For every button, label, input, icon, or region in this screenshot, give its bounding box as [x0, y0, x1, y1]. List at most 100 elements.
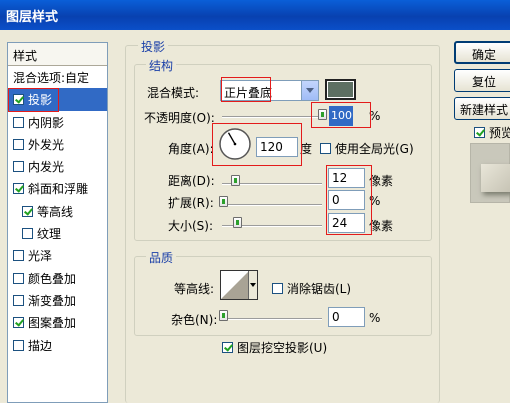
preview-check-icon[interactable] — [474, 127, 485, 138]
opacity-label: 不透明度(O): — [144, 111, 215, 125]
style-list-item[interactable]: 颜色叠加 — [8, 267, 107, 289]
distance-label: 距离(D): — [168, 174, 215, 188]
angle-label: 角度(A): — [168, 142, 214, 156]
dialog-title-bar[interactable]: 图层样式 — [0, 0, 510, 30]
style-list-item[interactable]: 内发光 — [8, 155, 107, 177]
distance-slider-thumb[interactable] — [231, 175, 240, 186]
size-value: 24 — [332, 216, 348, 230]
style-item-label: 投影 — [28, 93, 53, 108]
distance-value: 12 — [332, 171, 348, 185]
global-light-check-icon[interactable] — [320, 143, 331, 154]
opacity-slider-track[interactable] — [222, 116, 322, 118]
spread-input[interactable]: 0 — [328, 190, 365, 210]
style-item-label: 图案叠加 — [28, 316, 77, 331]
style-item-checkbox[interactable] — [13, 317, 24, 329]
contour-label: 等高线: — [174, 282, 215, 296]
style-item-checkbox[interactable] — [22, 228, 33, 240]
style-item-checkbox[interactable] — [13, 272, 24, 284]
knockout-checkbox[interactable]: 图层挖空投影(U) — [222, 339, 327, 356]
style-item-label: 内发光 — [28, 160, 65, 175]
style-item-checkbox[interactable] — [13, 161, 24, 173]
ok-button[interactable]: 确定 — [454, 41, 510, 64]
spread-slider-thumb[interactable] — [219, 196, 228, 207]
global-light-checkbox[interactable]: 使用全局光(G) — [320, 140, 414, 157]
size-slider-thumb[interactable] — [233, 217, 242, 228]
style-list-item[interactable]: 纹理 — [8, 222, 107, 244]
style-list: 样式 混合选项:自定投影内阴影外发光内发光斜面和浮雕等高线纹理光泽颜色叠加渐变叠… — [7, 42, 108, 403]
style-item-checkbox[interactable] — [13, 94, 24, 106]
style-item-label: 光泽 — [28, 249, 53, 264]
structure-legend: 结构 — [146, 57, 177, 74]
angle-input[interactable]: 120 — [256, 137, 298, 157]
blend-mode-value: 正片叠底 — [224, 86, 273, 100]
style-item-label: 内阴影 — [28, 115, 65, 130]
antialias-checkbox[interactable]: 消除锯齿(L) — [272, 280, 351, 297]
spread-label: 扩展(R): — [168, 196, 214, 210]
spread-percent: % — [369, 194, 381, 208]
style-item-label: 颜色叠加 — [28, 271, 77, 286]
noise-value: 0 — [332, 310, 340, 324]
noise-slider-track[interactable] — [222, 318, 322, 320]
noise-input[interactable]: 0 — [328, 307, 365, 327]
preview-thumbnail — [470, 143, 510, 203]
style-list-item[interactable]: 内阴影 — [8, 111, 107, 133]
style-list-item[interactable]: 斜面和浮雕 — [8, 177, 107, 199]
style-list-item[interactable]: 外发光 — [8, 133, 107, 155]
style-item-label: 等高线 — [37, 204, 74, 219]
size-label: 大小(S): — [168, 219, 214, 233]
contour-dropdown-icon[interactable] — [248, 271, 257, 299]
style-item-checkbox[interactable] — [13, 339, 24, 351]
style-list-item[interactable]: 渐变叠加 — [8, 289, 107, 311]
style-item-checkbox[interactable] — [13, 294, 24, 306]
opacity-input[interactable]: 100 — [329, 106, 353, 126]
opacity-value: 100 — [331, 109, 352, 122]
style-item-checkbox[interactable] — [13, 183, 24, 195]
noise-slider-thumb[interactable] — [219, 310, 228, 321]
quality-legend: 品质 — [146, 249, 177, 266]
distance-input[interactable]: 12 — [328, 168, 365, 188]
blend-mode-label: 混合模式: — [147, 86, 200, 100]
style-list-item[interactable]: 等高线 — [8, 200, 107, 222]
noise-percent: % — [369, 311, 381, 325]
style-list-item[interactable]: 混合选项:自定 — [8, 66, 107, 88]
style-item-checkbox[interactable] — [13, 250, 24, 262]
style-list-item[interactable]: 光泽 — [8, 244, 107, 266]
style-list-header: 样式 — [8, 43, 107, 66]
knockout-check-icon[interactable] — [222, 342, 233, 353]
angle-dial[interactable] — [218, 127, 252, 161]
angle-value: 120 — [260, 140, 283, 154]
shadow-color-swatch[interactable] — [325, 79, 356, 100]
style-item-checkbox[interactable] — [13, 138, 24, 150]
size-input[interactable]: 24 — [328, 213, 365, 233]
preview-swatch — [481, 164, 510, 192]
style-list-item[interactable]: 描边 — [8, 334, 107, 356]
global-light-label: 使用全局光(G) — [335, 142, 414, 156]
blend-mode-select[interactable]: 正片叠底 — [220, 80, 319, 101]
opacity-slider-thumb[interactable] — [318, 109, 327, 120]
spread-value: 0 — [332, 193, 340, 207]
spread-slider-track[interactable] — [222, 204, 322, 206]
antialias-check-icon[interactable] — [272, 283, 283, 294]
style-list-item[interactable]: 图案叠加 — [8, 311, 107, 333]
antialias-label: 消除锯齿(L) — [287, 282, 352, 296]
preview-label: 预览 — [489, 126, 510, 140]
style-item-label: 渐变叠加 — [28, 293, 77, 308]
style-item-label: 描边 — [28, 338, 53, 353]
style-item-checkbox[interactable] — [13, 116, 24, 128]
contour-picker[interactable] — [220, 270, 258, 300]
style-item-label: 混合选项:自定 — [13, 71, 90, 85]
dialog-title: 图层样式 — [6, 10, 59, 25]
style-list-item[interactable]: 投影 — [8, 88, 107, 111]
size-unit: 像素 — [369, 219, 394, 233]
noise-label: 杂色(N): — [171, 313, 218, 327]
knockout-label: 图层挖空投影(U) — [237, 341, 328, 355]
drop-shadow-legend: 投影 — [138, 38, 169, 55]
angle-dial-icon — [219, 128, 251, 160]
style-item-checkbox[interactable] — [22, 205, 33, 217]
opacity-percent: % — [369, 109, 381, 123]
preview-checkbox[interactable]: 预览 — [474, 124, 510, 141]
chevron-down-icon[interactable] — [301, 81, 318, 100]
new-style-button[interactable]: 新建样式 — [454, 97, 510, 120]
style-list-items: 混合选项:自定投影内阴影外发光内发光斜面和浮雕等高线纹理光泽颜色叠加渐变叠加图案… — [8, 66, 107, 356]
reset-button[interactable]: 复位 — [454, 69, 510, 92]
